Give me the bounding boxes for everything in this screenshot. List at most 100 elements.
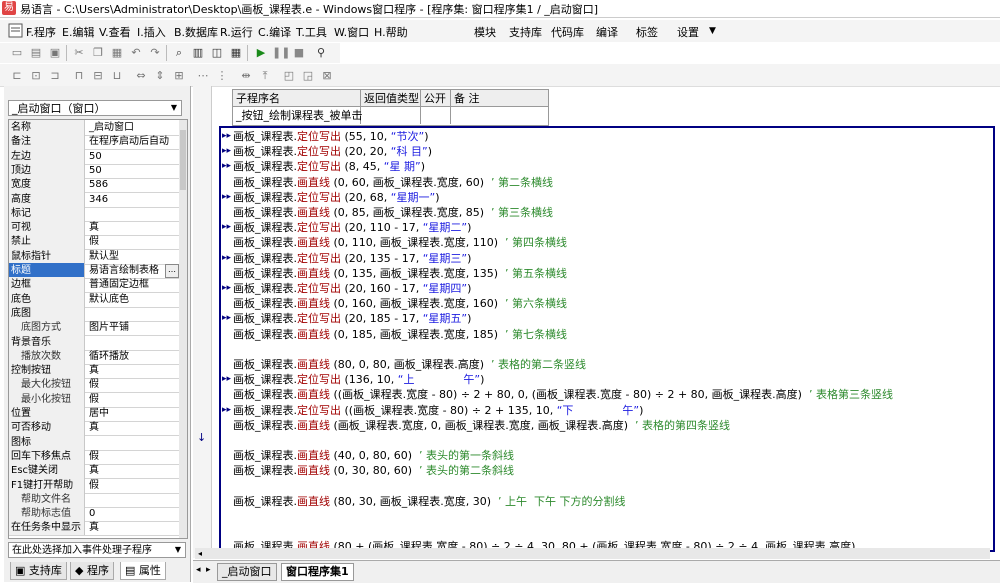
align-center-icon[interactable]: ⊡ — [27, 67, 45, 85]
code-line[interactable]: 画板_课程表.定位写出 ((画板_课程表.宽度 - 80) ÷ 2 + 135,… — [233, 403, 643, 418]
menu-database[interactable]: B.数据库 — [174, 24, 218, 40]
settings-dropdown-icon[interactable]: ▼ — [709, 26, 716, 36]
code-line[interactable]: 画板_课程表.画直线 (0, 60, 画板_课程表.宽度, 60) ’ 第二条横… — [233, 175, 553, 190]
property-value[interactable]: 普通固定边框 — [87, 277, 179, 292]
scroll-left-icon[interactable]: ◂ — [195, 548, 205, 559]
property-value[interactable]: 真 — [87, 463, 179, 478]
new-file-icon[interactable]: ▭ — [8, 44, 26, 62]
same-size-icon[interactable]: ⊞ — [170, 67, 188, 85]
code-line[interactable]: 画板_课程表.画直线 ((画板_课程表.宽度 - 80) ÷ 2 + 80, 0… — [233, 387, 893, 402]
bring-front-icon[interactable]: ◰ — [280, 67, 298, 85]
tab-program[interactable]: ◆ 程序 — [70, 562, 114, 580]
debug-icon[interactable]: ⚲ — [312, 44, 330, 62]
same-height-icon[interactable]: ⇕ — [151, 67, 169, 85]
property-value[interactable]: 默认型 — [87, 249, 179, 264]
save-icon[interactable]: ▣ — [46, 44, 64, 62]
event-selector[interactable]: 在此处选择加入事件处理子程序 ▼ — [8, 542, 186, 558]
code-line[interactable]: 画板_课程表.定位写出 (20, 160 - 17, “星期四”) — [233, 281, 471, 296]
menu-tools[interactable]: T.工具 — [296, 24, 327, 40]
code-line[interactable]: 画板_课程表.画直线 (40, 0, 80, 60) ’ 表头的第一条斜线 — [233, 448, 514, 463]
pause-icon[interactable]: ❚❚ — [271, 44, 290, 62]
tab-support-lib[interactable]: ▣ 支持库 — [10, 562, 67, 580]
code-editor[interactable]: ▸▸ 画板_课程表.定位写出 (55, 10, “节次”) ▸▸ 画板_课程表.定位写… — [219, 126, 995, 552]
chevron-down-icon[interactable]: ▼ — [172, 544, 184, 556]
property-value[interactable]: 假 — [87, 449, 179, 464]
code-line[interactable]: 画板_课程表.画直线 (80, 0, 80, 画板_课程表.高度) ’ 表格的第… — [233, 357, 586, 372]
hspace-icon[interactable]: ⋯ — [194, 67, 212, 85]
code-line[interactable]: 画板_课程表.定位写出 (136, 10, “上 午”) — [233, 372, 484, 387]
sub-name-cell[interactable]: _按钮_绘制课程表_被单击 — [233, 107, 363, 124]
align-left-icon[interactable]: ⊏ — [8, 67, 26, 85]
run-icon[interactable]: ▶ — [252, 44, 270, 62]
property-value[interactable]: 真 — [87, 220, 179, 235]
open-folder-icon[interactable]: ▤ — [27, 44, 45, 62]
stop-icon[interactable]: ■ — [290, 44, 308, 62]
tab-properties[interactable]: ▤ 属性 — [120, 562, 166, 580]
ellipsis-button[interactable]: … — [165, 264, 179, 278]
menu-window[interactable]: W.窗口 — [334, 24, 369, 40]
menu-compile[interactable]: C.编译 — [258, 24, 291, 40]
remark-cell[interactable] — [451, 107, 548, 124]
property-value[interactable]: 在程序启动后自动 — [87, 134, 179, 149]
menu-program[interactable]: F.程序 — [26, 24, 56, 40]
menu-bookmark[interactable]: 标签 — [636, 24, 658, 40]
horizontal-scrollbar[interactable]: ◂ — [195, 548, 990, 559]
vspace-icon[interactable]: ⋮ — [213, 67, 231, 85]
return-type-cell[interactable] — [361, 107, 421, 124]
tab-startup-window[interactable]: _启动窗口 — [217, 563, 277, 581]
window-icon[interactable]: ◫ — [208, 44, 226, 62]
menu-view[interactable]: V.查看 — [99, 24, 131, 40]
property-value[interactable] — [87, 306, 179, 321]
public-cell[interactable] — [421, 107, 451, 124]
code-line[interactable]: 画板_课程表.画直线 (0, 30, 80, 60) ’ 表头的第二条斜线 — [233, 463, 514, 478]
property-value[interactable]: 居中 — [87, 406, 179, 421]
property-value[interactable] — [87, 335, 179, 350]
property-value[interactable]: 假 — [87, 392, 179, 407]
code-line[interactable]: 画板_课程表.画直线 (0, 110, 画板_课程表.宽度, 110) ’ 第四… — [233, 235, 567, 250]
code-line[interactable]: 画板_课程表.画直线 (80, 30, 画板_课程表.宽度, 30) ’ 上午 … — [233, 494, 626, 509]
tab-scroll-right-icon[interactable]: ▸ — [206, 565, 211, 575]
property-value[interactable]: 假 — [87, 478, 179, 493]
code-line[interactable]: 画板_课程表.定位写出 (20, 68, “星期一”) — [233, 190, 439, 205]
tab-scroll-left-icon[interactable]: ◂ — [196, 565, 201, 575]
menu-modules[interactable]: 模块 — [474, 24, 496, 40]
paste-icon[interactable]: ▦ — [108, 44, 126, 62]
property-value[interactable]: _启动窗口 — [87, 120, 179, 135]
tab-window-program-set[interactable]: 窗口程序集1 — [281, 563, 354, 581]
property-value[interactable]: 50 — [87, 163, 179, 178]
undo-icon[interactable]: ↶ — [127, 44, 145, 62]
code-line[interactable]: 画板_课程表.画直线 (0, 185, 画板_课程表.宽度, 185) ’ 第七… — [233, 327, 567, 342]
code-line[interactable]: 画板_课程表.定位写出 (20, 135 - 17, “星期三”) — [233, 251, 471, 266]
menu-insert[interactable]: I.插入 — [137, 24, 166, 40]
property-value[interactable] — [87, 206, 179, 221]
align-right-icon[interactable]: ⊐ — [46, 67, 64, 85]
align-bottom-icon[interactable]: ⊔ — [108, 67, 126, 85]
code-line[interactable]: 画板_课程表.定位写出 (8, 45, “星 期”) — [233, 159, 425, 174]
code-line[interactable]: 画板_课程表.定位写出 (20, 110 - 17, “星期二”) — [233, 220, 471, 235]
cut-icon[interactable]: ✂ — [70, 44, 88, 62]
property-value[interactable]: 假 — [87, 234, 179, 249]
menu-help[interactable]: H.帮助 — [374, 24, 408, 40]
send-back-icon[interactable]: ◲ — [299, 67, 317, 85]
menu-edit[interactable]: E.编辑 — [62, 24, 94, 40]
property-value[interactable]: 假 — [87, 377, 179, 392]
code-line[interactable]: 画板_课程表.画直线 (0, 160, 画板_课程表.宽度, 160) ’ 第六… — [233, 296, 567, 311]
chevron-down-icon[interactable]: ▼ — [168, 102, 180, 114]
code-line[interactable]: 画板_课程表.画直线 (0, 135, 画板_课程表.宽度, 135) ’ 第五… — [233, 266, 567, 281]
copy-icon[interactable]: ❐ — [89, 44, 107, 62]
menu-settings[interactable]: 设置 — [677, 24, 699, 40]
center-h-icon[interactable]: ⇹ — [237, 67, 255, 85]
object-selector[interactable]: _启动窗口（窗口） ▼ — [8, 100, 182, 116]
property-scrollbar[interactable] — [179, 120, 187, 538]
property-value[interactable] — [87, 435, 179, 450]
scrollbar-thumb[interactable] — [180, 130, 186, 190]
property-value[interactable]: 真 — [87, 420, 179, 435]
menu-run[interactable]: R.运行 — [220, 24, 253, 40]
code-line[interactable]: 画板_课程表.定位写出 (20, 185 - 17, “星期五”) — [233, 311, 471, 326]
property-value[interactable]: 图片平铺 — [87, 320, 179, 335]
property-value[interactable]: 真 — [87, 363, 179, 378]
property-value[interactable] — [87, 492, 179, 507]
code-line[interactable]: 画板_课程表.定位写出 (55, 10, “节次”) — [233, 129, 428, 144]
code-line[interactable]: 画板_课程表.定位写出 (20, 20, “科 目”) — [233, 144, 432, 159]
align-top-icon[interactable]: ⊓ — [70, 67, 88, 85]
